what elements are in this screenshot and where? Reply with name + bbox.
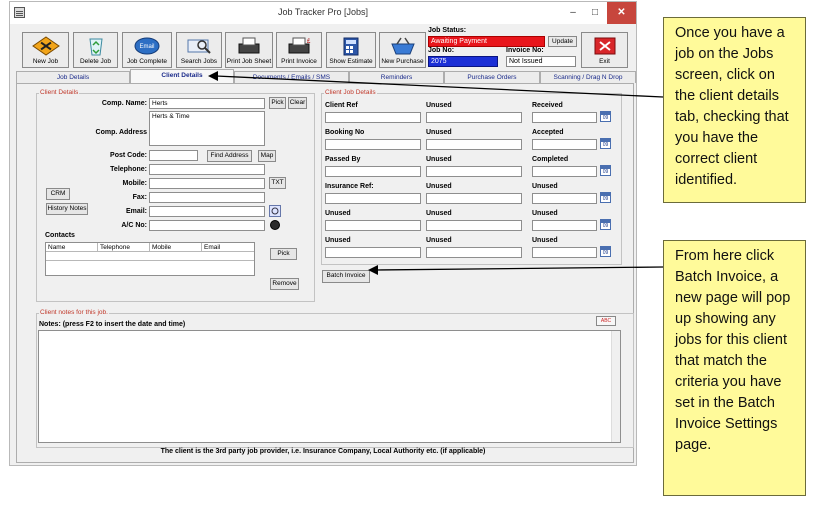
arrow-to-client-tab [215,75,664,98]
arrow-to-batch-invoice [375,266,664,271]
callout-client-details-tab: Once you have a job on the Jobs screen, … [663,17,806,203]
callout-batch-invoice: From here click Batch Invoice, a new pag… [663,240,806,496]
arrow-head-batch-invoice [368,265,378,275]
arrow-head-client-tab [208,71,218,81]
